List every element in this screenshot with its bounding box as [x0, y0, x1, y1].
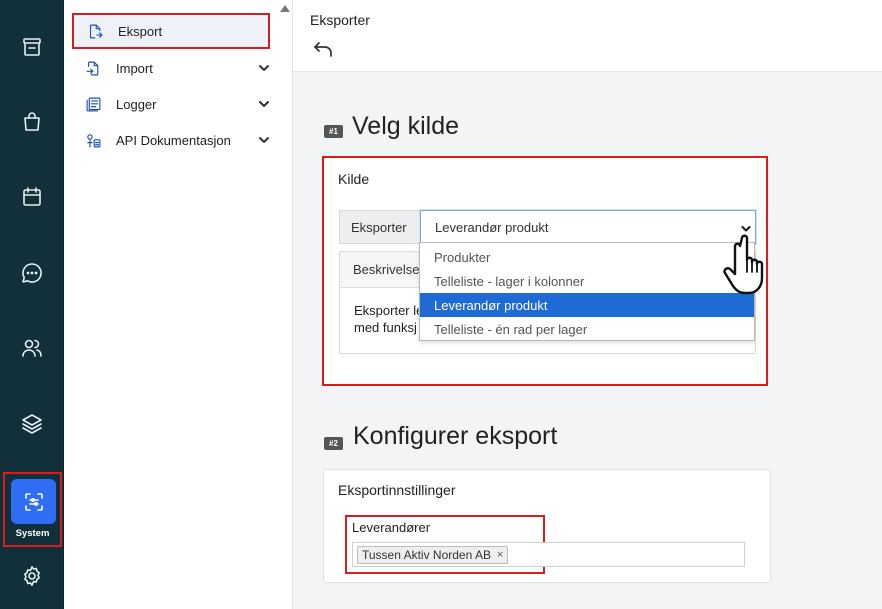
scroll-up-arrow-icon[interactable]: [280, 5, 290, 12]
page-title: Eksporter: [310, 12, 370, 28]
undo-arrow-icon: [314, 42, 332, 57]
dropdown-option-selected[interactable]: Leverandør produkt: [420, 293, 754, 317]
rail-settings[interactable]: [0, 556, 64, 596]
main-content: Eksporter #1 Velg kilde Kilde Eksporter …: [293, 0, 882, 609]
hand-pointer-icon: [723, 234, 764, 295]
eksporter-addon-label: Eksporter: [339, 210, 421, 244]
dropdown-option[interactable]: Telleliste - én rad per lager: [420, 317, 754, 341]
chevron-down-icon[interactable]: [258, 98, 270, 110]
rail-system-button[interactable]: [11, 479, 56, 524]
app-rail: System: [0, 0, 64, 609]
calendar-icon: [23, 187, 41, 206]
layers-icon: [22, 414, 42, 434]
file-export-icon: [86, 22, 104, 40]
tag-remove-icon[interactable]: ×: [497, 549, 503, 561]
users-icon: [22, 339, 42, 357]
submenu-item-eksport[interactable]: Eksport: [72, 13, 270, 49]
leverandorer-tag-input[interactable]: Tussen Aktiv Norden AB ×: [352, 542, 745, 567]
eksporter-select[interactable]: Leverandør produkt: [420, 210, 756, 244]
submenu-item-label: Eksport: [118, 23, 163, 39]
rail-users[interactable]: [0, 328, 64, 368]
dropdown-option[interactable]: Produkter: [420, 245, 754, 269]
submenu-item-label: Logger: [116, 96, 157, 112]
file-import-icon: [84, 59, 102, 77]
rail-shop[interactable]: [0, 102, 64, 142]
eksporter-dropdown-list: Produkter Telleliste - lager i kolonner …: [419, 242, 755, 341]
rail-system-label: System: [15, 528, 50, 539]
dropdown-option[interactable]: Telleliste - lager i kolonner: [420, 269, 754, 293]
system-scan-icon: [24, 492, 43, 511]
back-button[interactable]: [313, 40, 333, 58]
shopping-bag-icon: [24, 112, 40, 131]
archive-icon: [23, 38, 41, 56]
rail-layers[interactable]: [0, 404, 64, 444]
chevron-down-icon: [741, 222, 751, 232]
leverandorer-label: Leverandører: [352, 520, 431, 535]
submenu-item-label: Import: [116, 60, 153, 76]
api-plug-icon: [84, 131, 102, 149]
chat-icon: [22, 263, 42, 283]
eksportinnstillinger-title: Eksportinnstillinger: [338, 482, 456, 498]
kilde-card-title: Kilde: [338, 171, 370, 187]
eksporter-select-group: Eksporter Leverandør produkt: [339, 210, 756, 244]
step-badge-2: #2: [324, 437, 343, 450]
log-list-icon: [84, 95, 102, 113]
rail-chat[interactable]: [0, 253, 64, 293]
submenu-item-logger[interactable]: Logger: [72, 86, 270, 122]
page-header: Eksporter: [293, 0, 882, 72]
submenu-item-import[interactable]: Import: [72, 50, 270, 86]
submenu-item-label: API Dokumentasjon: [116, 132, 231, 148]
submenu-item-api-docs[interactable]: API Dokumentasjon: [72, 122, 270, 158]
eksporter-selected-value: Leverandør produkt: [435, 219, 549, 235]
chevron-down-icon[interactable]: [258, 62, 270, 74]
rail-archive[interactable]: [0, 27, 64, 67]
chevron-down-icon[interactable]: [258, 134, 270, 146]
section-title-konfigurer: Konfigurer eksport: [353, 422, 558, 450]
system-submenu: Eksport Import Logger API Dokumentasjon: [64, 0, 293, 609]
section-title-velg-kilde: Velg kilde: [352, 112, 460, 140]
rail-calendar[interactable]: [0, 177, 64, 217]
gear-icon: [24, 566, 40, 586]
tag-label: Tussen Aktiv Norden AB: [362, 548, 491, 562]
step-badge-1: #1: [324, 125, 343, 138]
leverandor-tag: Tussen Aktiv Norden AB ×: [357, 546, 509, 564]
system-highlight: System: [3, 472, 62, 547]
